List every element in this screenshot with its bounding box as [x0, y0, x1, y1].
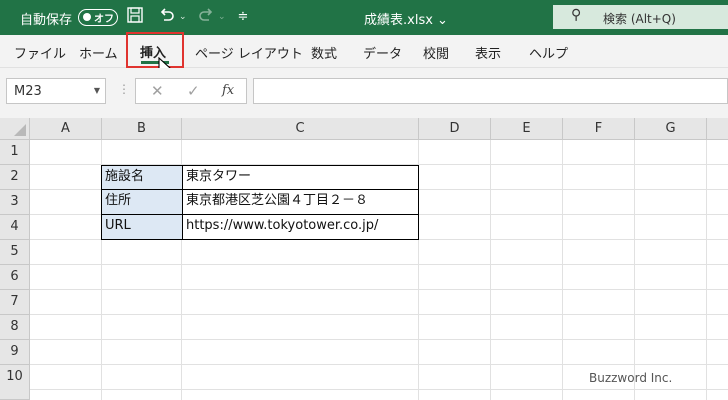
search-icon: ⚲: [571, 7, 582, 23]
formula-buttons: ✕ ✓ fx: [135, 78, 247, 104]
column-header-f[interactable]: F: [563, 118, 635, 140]
undo-icon[interactable]: [156, 6, 178, 29]
save-icon[interactable]: [124, 6, 146, 29]
gridline: [30, 364, 728, 365]
row-header-9[interactable]: 9: [0, 340, 30, 365]
formula-bar: M23 ▼ ⋮ ✕ ✓ fx: [0, 68, 728, 118]
window-title[interactable]: 成績表.xlsx ⌄: [364, 9, 448, 28]
toggle-state-label: オフ: [94, 14, 114, 25]
tab-insert[interactable]: 挿入: [126, 32, 184, 68]
customize-icon[interactable]: ≑: [232, 9, 254, 24]
formula-input[interactable]: [253, 78, 728, 104]
undo-dropdown-icon[interactable]: ⌄: [179, 12, 187, 22]
row-header-4[interactable]: 4: [0, 215, 30, 240]
autosave-toggle[interactable]: オフ: [78, 9, 118, 26]
column-header-b[interactable]: B: [102, 118, 182, 140]
toggle-knob: [83, 13, 91, 21]
ribbon-tabs: ファイル ホーム ページ レイアウト 数式 データ 校閲 表示 ヘルプ: [0, 35, 728, 68]
column-header-d[interactable]: D: [419, 118, 491, 140]
gridline: [490, 140, 491, 400]
tab-file[interactable]: ファイル: [14, 43, 66, 62]
cell-c3[interactable]: 東京都港区芝公園４丁目２－８: [182, 189, 419, 215]
gridline: [562, 140, 563, 400]
enter-icon[interactable]: ✓: [187, 82, 200, 100]
column-header-h[interactable]: [707, 118, 728, 140]
gridline: [30, 289, 728, 290]
tab-data[interactable]: データ: [363, 43, 402, 62]
cell-c4[interactable]: https://www.tokyotower.co.jp/: [182, 214, 419, 240]
row-header-6[interactable]: 6: [0, 265, 30, 290]
cell-b3[interactable]: 住所: [101, 189, 183, 215]
column-header-g[interactable]: G: [635, 118, 707, 140]
watermark: Buzzword Inc.: [589, 371, 673, 385]
name-box-value: M23: [14, 84, 42, 99]
search-placeholder: 検索 (Alt+Q): [603, 12, 676, 26]
autosave-label: 自動保存: [20, 13, 73, 28]
tab-help[interactable]: ヘルプ: [529, 43, 568, 62]
row-header-8[interactable]: 8: [0, 315, 30, 340]
redo-icon: [195, 6, 217, 29]
row-header-1[interactable]: 1: [0, 140, 30, 165]
row-header-2[interactable]: 2: [0, 165, 30, 190]
gridline: [706, 140, 707, 400]
cell-b4[interactable]: URL: [101, 214, 183, 240]
chevron-down-icon[interactable]: ▼: [94, 86, 100, 95]
search-box[interactable]: ⚲ 検索 (Alt+Q): [553, 5, 728, 29]
select-all-button[interactable]: [0, 118, 30, 140]
gridline: [30, 314, 728, 315]
redo-dropdown-icon: ⌄: [218, 12, 226, 22]
gridline: [634, 140, 635, 400]
tab-view[interactable]: 表示: [475, 43, 501, 62]
more-options-icon: ⋮: [118, 82, 130, 96]
gridline: [30, 389, 728, 390]
row-header-10[interactable]: 10: [0, 365, 30, 400]
tab-page-layout[interactable]: ページ レイアウト: [195, 43, 303, 62]
spreadsheet-grid: A B C D E F G 1 2 3 4 5 6 7 8 9 10 施設名 東…: [0, 118, 728, 400]
row-header-3[interactable]: 3: [0, 190, 30, 215]
cell-b2[interactable]: 施設名: [101, 165, 183, 190]
tab-review[interactable]: 校閲: [423, 43, 449, 62]
tab-home[interactable]: ホーム: [79, 43, 118, 62]
insert-function-icon[interactable]: fx: [222, 83, 234, 98]
row-header-7[interactable]: 7: [0, 290, 30, 315]
column-header-a[interactable]: A: [30, 118, 102, 140]
row-header-5[interactable]: 5: [0, 240, 30, 265]
title-bar: 自動保存 オフ ⌄ ⌄ ≑ 成績表.xlsx ⌄ ⚲ 検索 (Alt+Q): [0, 0, 728, 35]
gridline: [30, 339, 728, 340]
column-header-c[interactable]: C: [182, 118, 419, 140]
name-box[interactable]: M23 ▼: [6, 78, 106, 104]
column-header-e[interactable]: E: [491, 118, 563, 140]
cancel-icon[interactable]: ✕: [151, 82, 164, 100]
gridline: [30, 264, 728, 265]
tab-formulas[interactable]: 数式: [311, 43, 337, 62]
cell-c2[interactable]: 東京タワー: [182, 165, 419, 190]
